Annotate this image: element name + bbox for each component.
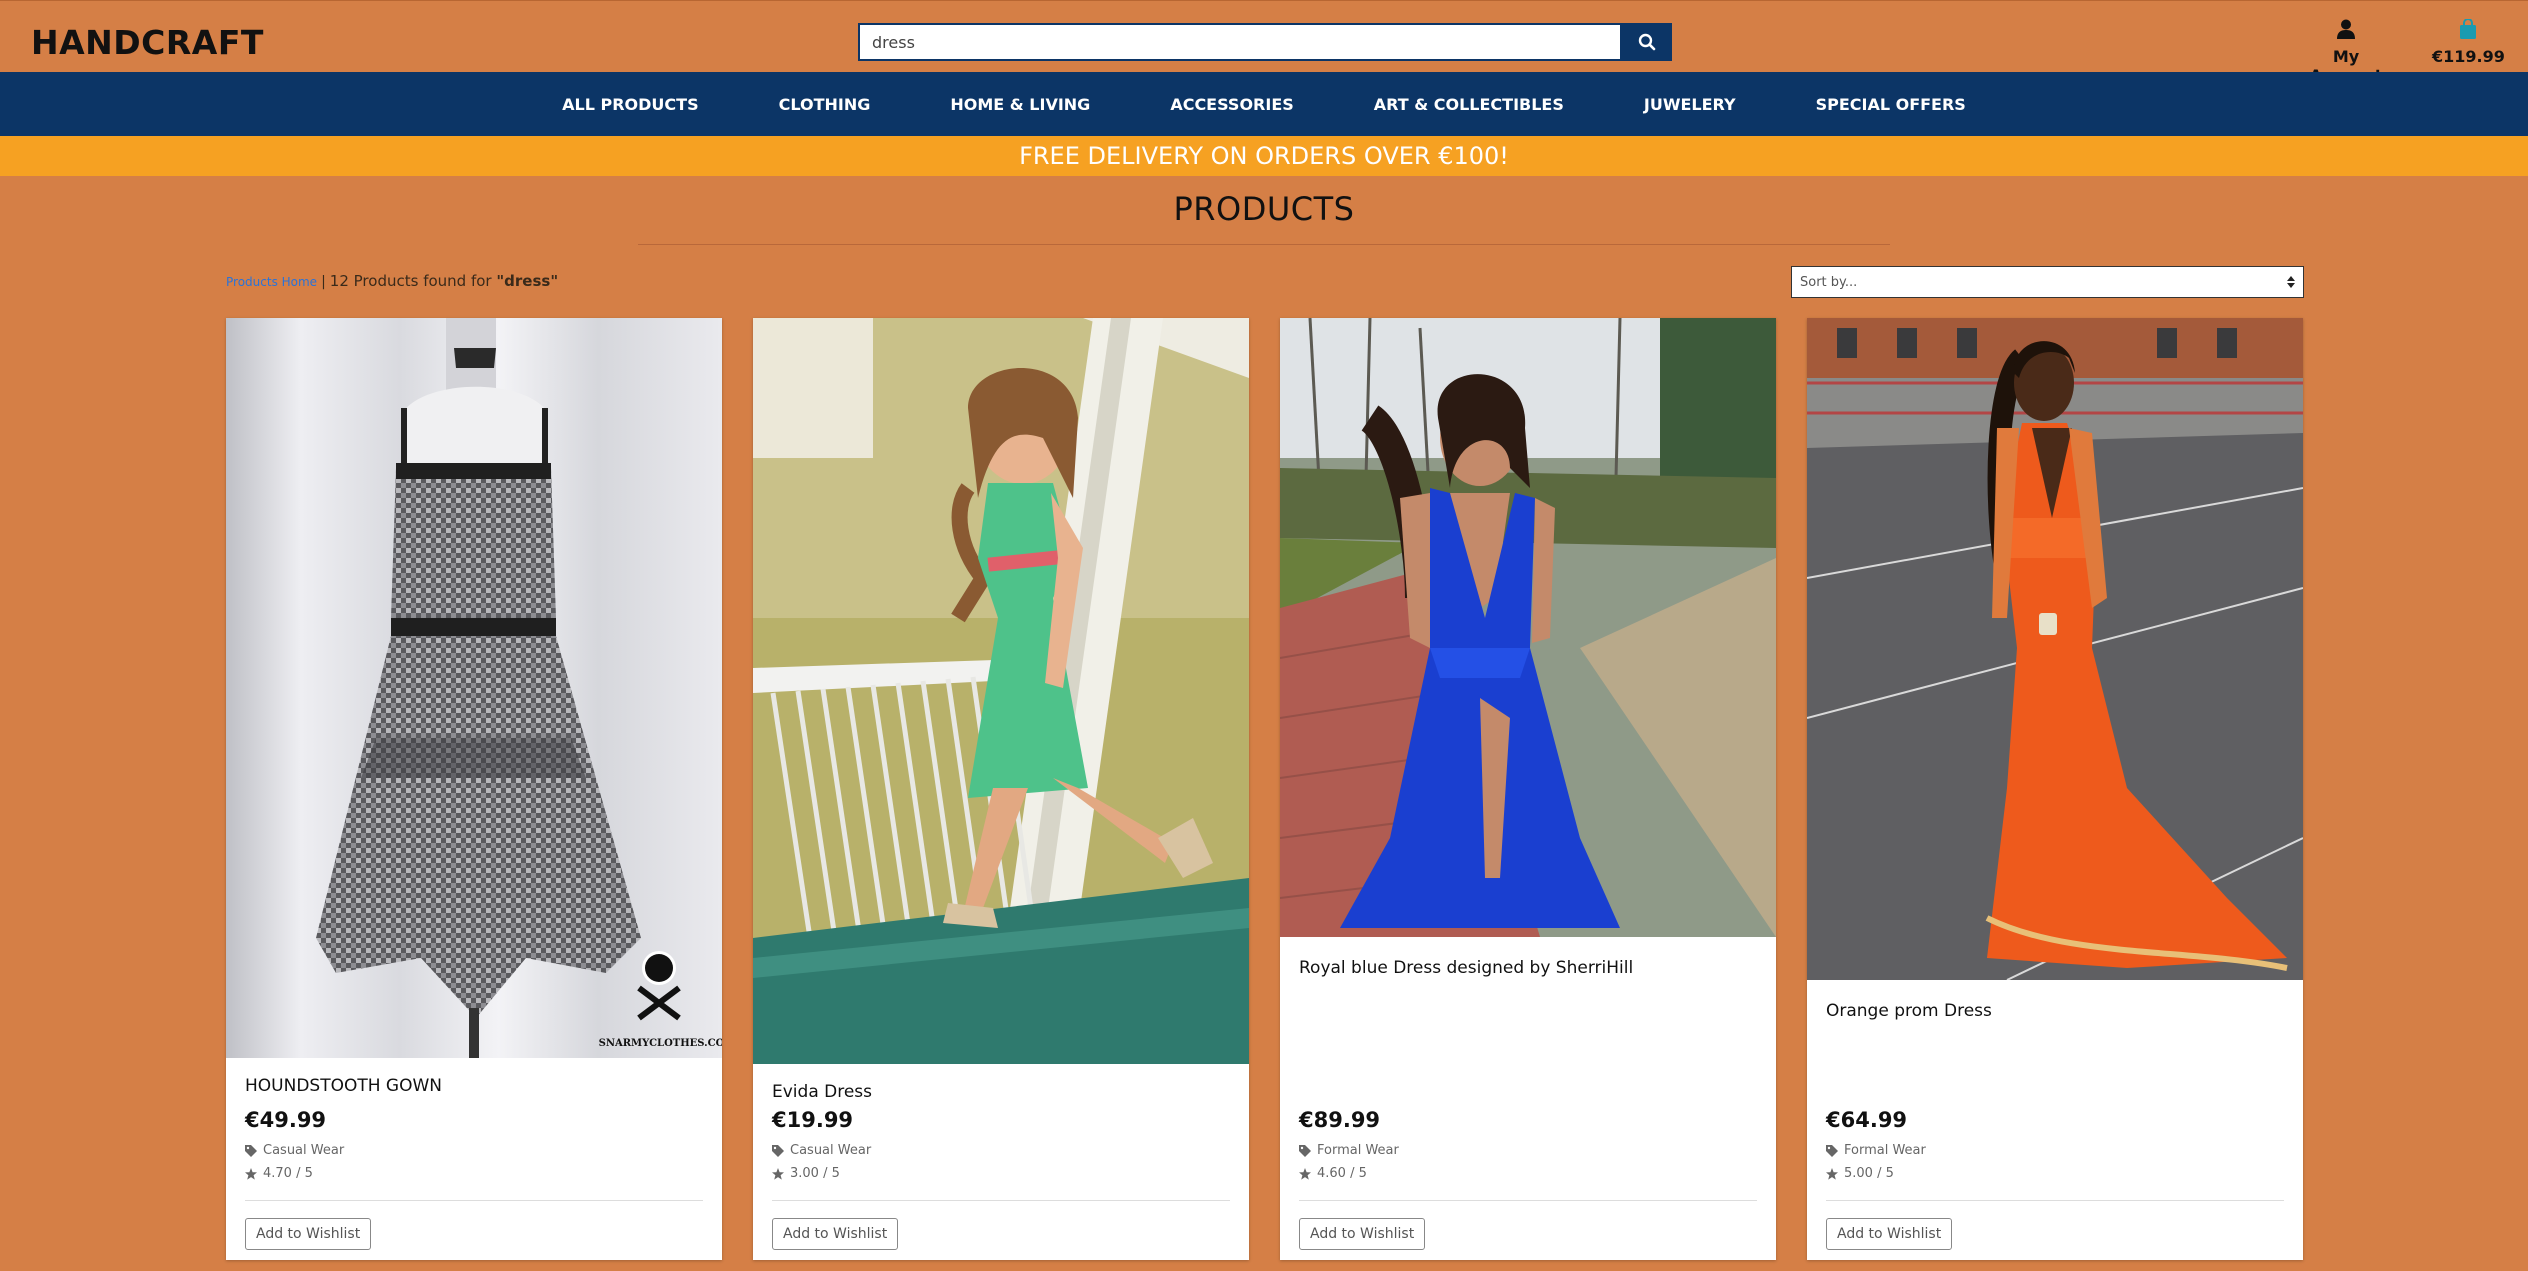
- card-divider: [1299, 1200, 1757, 1201]
- product-name[interactable]: Evida Dress: [772, 1082, 872, 1102]
- category-label: Formal Wear: [1844, 1143, 1926, 1158]
- search-button[interactable]: [1622, 23, 1672, 61]
- promo-banner: FREE DELIVERY ON ORDERS OVER €100!: [0, 136, 2528, 176]
- product-name[interactable]: Royal blue Dress designed by SherriHill: [1299, 958, 1633, 978]
- product-image[interactable]: [753, 318, 1249, 1064]
- product-card[interactable]: Evida Dress €19.99 Casual Wear 3.00 / 5 …: [753, 318, 1249, 1260]
- add-to-wishlist-button[interactable]: Add to Wishlist: [245, 1218, 372, 1250]
- product-category: Casual Wear: [245, 1143, 344, 1158]
- nav-juwelery[interactable]: JUWELERY: [1644, 95, 1736, 114]
- nav-art-collectibles[interactable]: ART & COLLECTIBLES: [1374, 95, 1564, 114]
- product-rating: 4.70 / 5: [245, 1166, 313, 1181]
- star-icon: [245, 1167, 257, 1180]
- search-query: "dress": [496, 272, 559, 290]
- category-label: Casual Wear: [263, 1143, 345, 1158]
- category-label: Casual Wear: [790, 1143, 872, 1158]
- add-to-wishlist-button[interactable]: Add to Wishlist: [772, 1218, 899, 1250]
- rating-label: 4.70 / 5: [263, 1166, 313, 1181]
- product-image[interactable]: SNARMYCLOTHES.COM: [226, 318, 722, 1058]
- product-category: Formal Wear: [1299, 1143, 1399, 1158]
- product-card[interactable]: Orange prom Dress €64.99 Formal Wear 5.0…: [1807, 318, 2303, 1260]
- title-divider: [638, 244, 1890, 245]
- site-header: HANDCRAFT My Account €119.99: [0, 0, 2528, 85]
- search-bar: [858, 23, 1672, 61]
- site-logo[interactable]: HANDCRAFT: [31, 23, 264, 62]
- tag-icon: [245, 1144, 257, 1157]
- product-name[interactable]: HOUNDSTOOTH GOWN: [245, 1076, 442, 1096]
- star-icon: [772, 1167, 784, 1180]
- product-category: Casual Wear: [772, 1143, 871, 1158]
- card-divider: [245, 1200, 703, 1201]
- rating-label: 3.00 / 5: [790, 1166, 840, 1181]
- rating-label: 5.00 / 5: [1844, 1166, 1894, 1181]
- product-image[interactable]: [1807, 318, 2303, 980]
- product-category: Formal Wear: [1826, 1143, 1926, 1158]
- product-image[interactable]: [1280, 318, 1776, 937]
- product-price: €64.99: [1826, 1108, 1908, 1132]
- nav-home-living[interactable]: HOME & LIVING: [950, 95, 1090, 114]
- shopping-bag-icon: [2460, 18, 2476, 39]
- tag-icon: [1299, 1144, 1311, 1157]
- nav-clothing[interactable]: CLOTHING: [779, 95, 871, 114]
- product-name[interactable]: Orange prom Dress: [1826, 1001, 1992, 1021]
- add-to-wishlist-button[interactable]: Add to Wishlist: [1826, 1218, 1953, 1250]
- product-rating: 3.00 / 5: [772, 1166, 840, 1181]
- breadcrumb-separator: |: [321, 274, 326, 290]
- nav-special-offers[interactable]: SPECIAL OFFERS: [1816, 95, 1966, 114]
- cart-link[interactable]: €119.99: [2432, 18, 2505, 66]
- breadcrumb: Products Home | 12 Products found for "dre…: [226, 272, 558, 290]
- product-price: €49.99: [245, 1108, 327, 1132]
- add-to-wishlist-button[interactable]: Add to Wishlist: [1299, 1218, 1426, 1250]
- page-title: PRODUCTS: [1173, 190, 1355, 228]
- star-icon: [1299, 1167, 1311, 1180]
- product-rating: 5.00 / 5: [1826, 1166, 1894, 1181]
- tag-icon: [772, 1144, 784, 1157]
- sort-select[interactable]: Sort by...: [1791, 266, 2304, 298]
- product-price: €89.99: [1299, 1108, 1381, 1132]
- card-divider: [1826, 1200, 2284, 1201]
- product-card[interactable]: SNARMYCLOTHES.COM HOUNDSTOOTH GOWN €49.9…: [226, 318, 722, 1260]
- main-nav: ALL PRODUCTS CLOTHING HOME & LIVING ACCE…: [0, 72, 2528, 136]
- nav-accessories[interactable]: ACCESSORIES: [1170, 95, 1293, 114]
- search-input[interactable]: [858, 23, 1622, 61]
- nav-all-products[interactable]: ALL PRODUCTS: [562, 95, 698, 114]
- user-icon: [2337, 19, 2355, 39]
- category-label: Formal Wear: [1317, 1143, 1399, 1158]
- sort-placeholder: Sort by...: [1800, 274, 1858, 290]
- tag-icon: [1826, 1144, 1838, 1157]
- breadcrumb-home-link[interactable]: Products Home: [226, 275, 317, 289]
- star-icon: [1826, 1167, 1838, 1180]
- product-price: €19.99: [772, 1108, 854, 1132]
- card-divider: [772, 1200, 1230, 1201]
- search-icon: [1638, 33, 1656, 51]
- cart-total: €119.99: [2432, 47, 2505, 66]
- sort-arrows-icon: [2287, 276, 2295, 288]
- product-card[interactable]: Royal blue Dress designed by SherriHill …: [1280, 318, 1776, 1260]
- rating-label: 4.60 / 5: [1317, 1166, 1367, 1181]
- product-rating: 4.60 / 5: [1299, 1166, 1367, 1181]
- results-count: 12 Products found for: [329, 272, 492, 290]
- image-watermark: SNARMYCLOTHES.COM: [599, 1038, 722, 1049]
